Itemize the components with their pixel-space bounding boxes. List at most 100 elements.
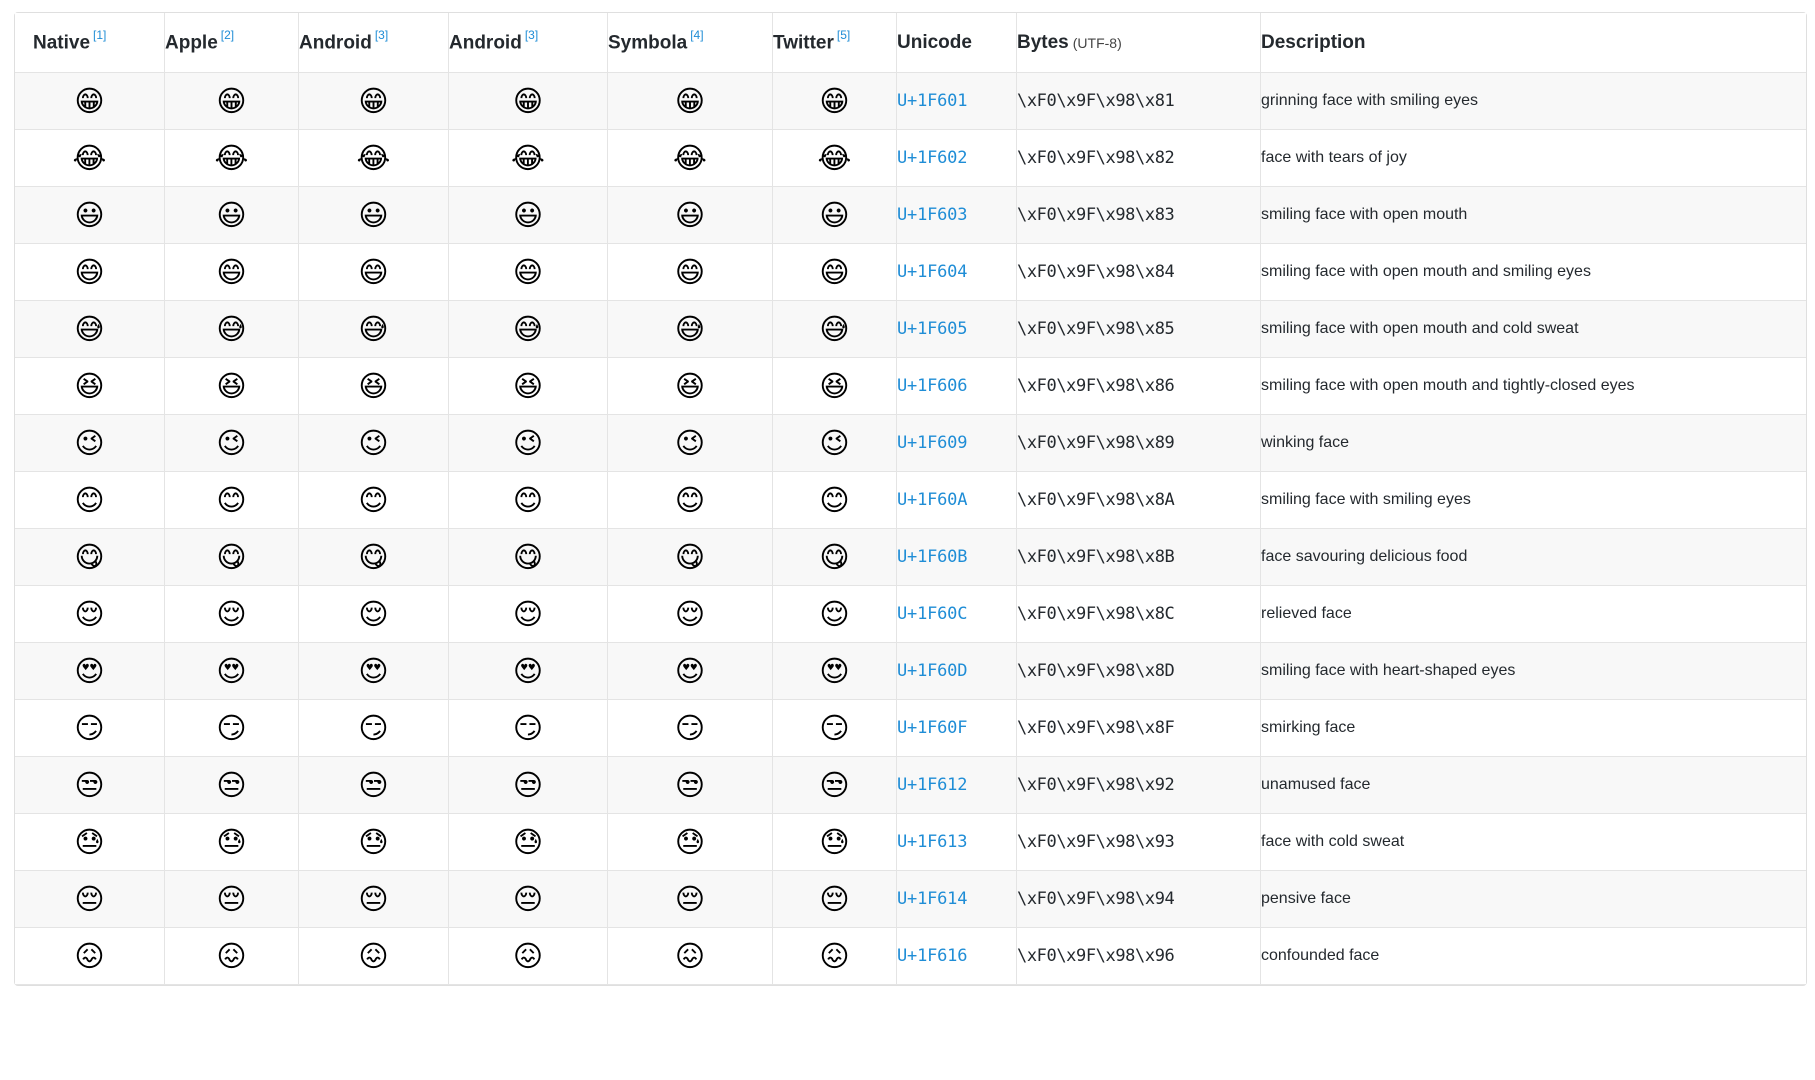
cell-bytes: \xF0\x9F\x98\x8B [1017, 529, 1261, 586]
emoji-android-blob-icon: 😍 [513, 657, 543, 686]
cell-twitter: 😊 [773, 472, 897, 529]
emoji-apple-icon: 😖 [216, 942, 246, 971]
emoji-native-icon: 😏 [74, 714, 104, 743]
cell-description: unamused face [1261, 757, 1806, 814]
footnote-ref-3b[interactable]: [3] [525, 28, 538, 42]
cell-android1: 😁 [299, 73, 449, 130]
cell-unicode[interactable]: U+1F605 [897, 301, 1017, 358]
emoji-twitter-icon: 😁 [819, 87, 849, 116]
cell-unicode[interactable]: U+1F604 [897, 244, 1017, 301]
cell-native: 😆 [15, 358, 165, 415]
cell-android2: 😃 [449, 187, 608, 244]
cell-unicode[interactable]: U+1F60A [897, 472, 1017, 529]
cell-unicode[interactable]: U+1F616 [897, 928, 1017, 985]
cell-android1: 😔 [299, 871, 449, 928]
cell-android2: 😍 [449, 643, 608, 700]
emoji-android-blob-icon: 😊 [513, 486, 543, 515]
unicode-link[interactable]: U+1F601 [897, 91, 967, 111]
cell-native: 😅 [15, 301, 165, 358]
footnote-ref-5[interactable]: [5] [837, 28, 850, 42]
cell-unicode[interactable]: U+1F602 [897, 130, 1017, 187]
cell-android1: 😆 [299, 358, 449, 415]
emoji-apple-icon: 😍 [216, 657, 246, 686]
cell-android1: 😃 [299, 187, 449, 244]
emoji-twitter-icon: 😔 [819, 885, 849, 914]
unicode-link[interactable]: U+1F60B [897, 547, 967, 567]
cell-android1: 😊 [299, 472, 449, 529]
cell-unicode[interactable]: U+1F601 [897, 73, 1017, 130]
cell-android2: 😅 [449, 301, 608, 358]
unicode-link[interactable]: U+1F60F [897, 718, 967, 738]
unicode-link[interactable]: U+1F612 [897, 775, 967, 795]
unicode-link[interactable]: U+1F604 [897, 262, 967, 282]
column-header-apple-label: Apple [165, 33, 218, 54]
cell-android1: 😏 [299, 700, 449, 757]
emoji-native-icon: 😅 [74, 315, 104, 344]
footnote-ref-1[interactable]: [1] [93, 28, 106, 42]
unicode-link[interactable]: U+1F60C [897, 604, 967, 624]
cell-symbola: 😏 [608, 700, 773, 757]
unicode-link[interactable]: U+1F60D [897, 661, 967, 681]
cell-symbola: 😂 [608, 130, 773, 187]
column-header-android-2-label: Android [449, 33, 522, 54]
column-header-twitter: Twitter[5] [773, 13, 897, 73]
cell-unicode[interactable]: U+1F603 [897, 187, 1017, 244]
emoji-native-icon: 😊 [74, 486, 104, 515]
emoji-native-icon: 😄 [74, 258, 104, 287]
unicode-link[interactable]: U+1F60A [897, 490, 967, 510]
emoji-android-blob-icon: 😂 [511, 144, 545, 173]
footnote-ref-2[interactable]: [2] [221, 28, 234, 42]
cell-unicode[interactable]: U+1F60F [897, 700, 1017, 757]
emoji-twitter-icon: 😉 [819, 429, 849, 458]
emoji-symbola-icon: 😌 [675, 600, 705, 629]
cell-twitter: 😔 [773, 871, 897, 928]
cell-unicode[interactable]: U+1F60D [897, 643, 1017, 700]
footnote-ref-3[interactable]: [3] [375, 28, 388, 42]
cell-twitter: 😒 [773, 757, 897, 814]
unicode-link[interactable]: U+1F609 [897, 433, 967, 453]
column-header-android-1: Android[3] [299, 13, 449, 73]
emoji-native-icon: 😃 [74, 201, 104, 230]
unicode-link[interactable]: U+1F614 [897, 889, 967, 909]
cell-symbola: 😊 [608, 472, 773, 529]
unicode-link[interactable]: U+1F606 [897, 376, 967, 396]
table-row: 😖😖😖😖😖😖U+1F616\xF0\x9F\x98\x96confounded … [15, 928, 1806, 985]
cell-android1: 😌 [299, 586, 449, 643]
footnote-ref-4[interactable]: [4] [690, 28, 703, 42]
cell-native: 😖 [15, 928, 165, 985]
cell-symbola: 😌 [608, 586, 773, 643]
cell-twitter: 😓 [773, 814, 897, 871]
emoji-android-kitkat-icon: 😓 [358, 828, 388, 857]
cell-unicode[interactable]: U+1F606 [897, 358, 1017, 415]
cell-bytes: \xF0\x9F\x98\x96 [1017, 928, 1261, 985]
cell-unicode[interactable]: U+1F614 [897, 871, 1017, 928]
emoji-android-blob-icon: 😌 [513, 600, 543, 629]
cell-symbola: 😄 [608, 244, 773, 301]
emoji-twitter-icon: 😃 [819, 201, 849, 230]
unicode-link[interactable]: U+1F602 [897, 148, 967, 168]
cell-description: smiling face with heart-shaped eyes [1261, 643, 1806, 700]
emoji-apple-icon: 😂 [215, 144, 249, 173]
cell-unicode[interactable]: U+1F60C [897, 586, 1017, 643]
cell-unicode[interactable]: U+1F60B [897, 529, 1017, 586]
unicode-link[interactable]: U+1F603 [897, 205, 967, 225]
cell-native: 😂 [15, 130, 165, 187]
cell-bytes: \xF0\x9F\x98\x94 [1017, 871, 1261, 928]
cell-unicode[interactable]: U+1F613 [897, 814, 1017, 871]
cell-apple: 😉 [165, 415, 299, 472]
cell-bytes: \xF0\x9F\x98\x8C [1017, 586, 1261, 643]
unicode-link[interactable]: U+1F605 [897, 319, 967, 339]
table-row: 😒😒😒😒😒😒U+1F612\xF0\x9F\x98\x92unamused fa… [15, 757, 1806, 814]
unicode-link[interactable]: U+1F613 [897, 832, 967, 852]
cell-twitter: 😍 [773, 643, 897, 700]
emoji-native-icon: 😖 [74, 942, 104, 971]
cell-bytes: \xF0\x9F\x98\x89 [1017, 415, 1261, 472]
emoji-twitter-icon: 😂 [818, 144, 852, 173]
unicode-link[interactable]: U+1F616 [897, 946, 967, 966]
cell-twitter: 😃 [773, 187, 897, 244]
cell-unicode[interactable]: U+1F609 [897, 415, 1017, 472]
cell-description: relieved face [1261, 586, 1806, 643]
emoji-twitter-icon: 😄 [819, 258, 849, 287]
emoji-symbola-icon: 😊 [675, 486, 705, 515]
cell-unicode[interactable]: U+1F612 [897, 757, 1017, 814]
